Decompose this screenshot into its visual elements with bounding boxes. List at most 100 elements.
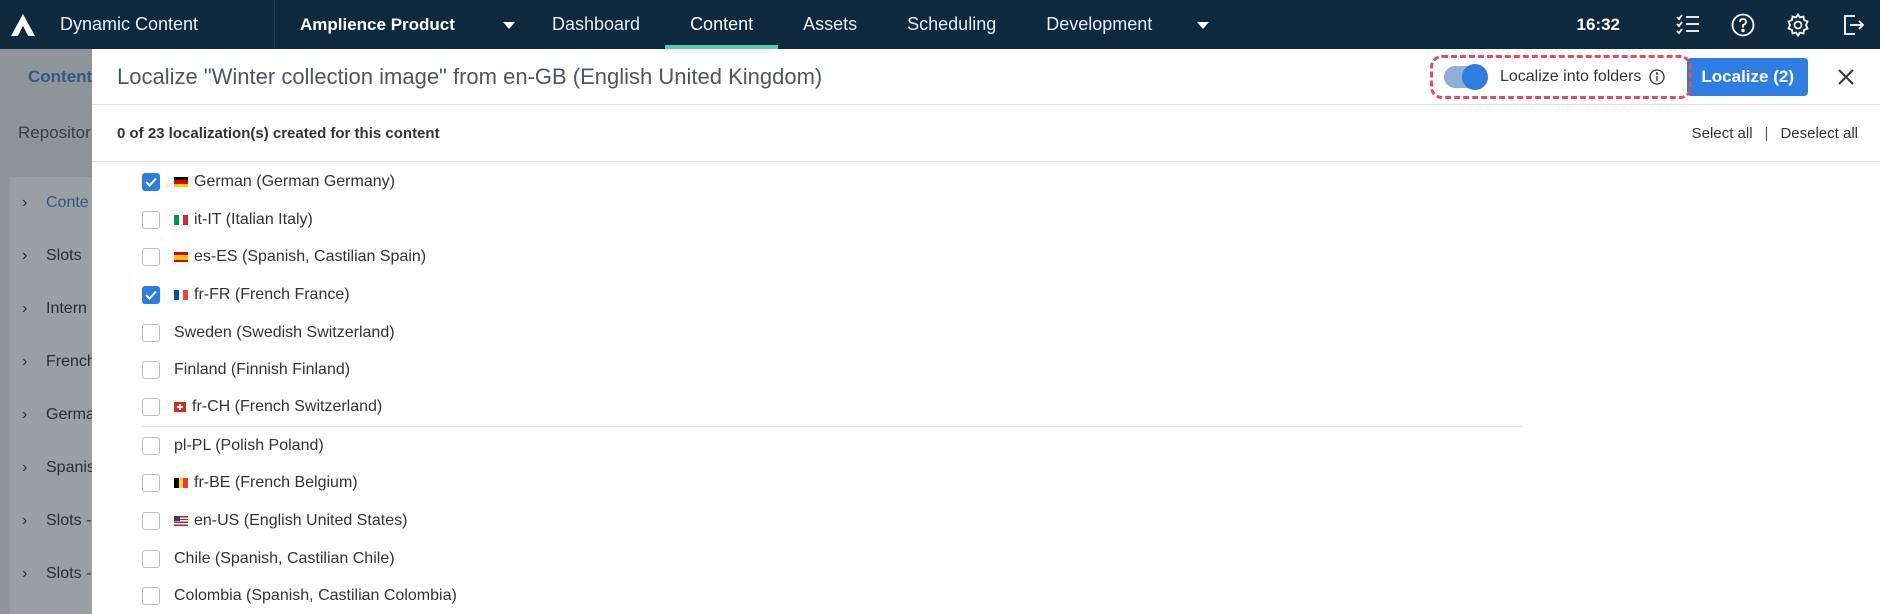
tab-label: Scheduling	[907, 14, 997, 34]
locale-label: es-ES (Spanish, Castilian Spain)	[194, 248, 427, 266]
background-item-label: French	[46, 353, 92, 370]
locale-row-be[interactable]: fr-BE (French Belgium)	[142, 465, 1522, 503]
locale-row-pl[interactable]: pl-PL (Polish Poland)	[142, 427, 1522, 465]
locale-row-es[interactable]: es-ES (Spanish, Castilian Spain)	[142, 238, 1522, 276]
background-page-overlay: Content Repositor › Conte › Slots › Intern …	[0, 49, 92, 614]
chevron-right-icon: ›	[22, 353, 28, 370]
locale-row-it[interactable]: it-IT (Italian Italy)	[142, 201, 1522, 239]
background-list-item: › French	[22, 353, 92, 371]
locale-checkbox[interactable]	[142, 512, 160, 531]
localization-count: 0 of 23 localization(s) created for this…	[117, 124, 440, 142]
chevron-down-icon	[502, 15, 515, 35]
background-list-item: › Slots	[22, 247, 82, 265]
locale-label: Sweden (Swedish Switzerland)	[174, 323, 395, 341]
locale-label: fr-CH (French Switzerland)	[192, 398, 383, 416]
background-repository-label: Repositor	[18, 123, 91, 142]
amplience-logo-icon[interactable]	[0, 0, 46, 49]
background-content-label: Content	[28, 67, 92, 86]
gear-icon[interactable]	[1770, 0, 1825, 49]
background-list-item: › Slots -	[22, 565, 91, 583]
locale-row-sweden[interactable]: Sweden (Swedish Switzerland)	[142, 314, 1522, 352]
chevron-right-icon: ›	[22, 565, 28, 582]
hub-name: Amplience Product	[300, 14, 455, 34]
link-separator: |	[1764, 124, 1769, 142]
localize-button[interactable]: Localize (2)	[1687, 57, 1808, 96]
tab-content[interactable]: Content	[665, 0, 779, 49]
localize-into-folders-control: Localize into folders	[1429, 54, 1692, 99]
locale-row-chile[interactable]: Chile (Spanish, Castilian Chile)	[142, 540, 1522, 578]
locale-checkbox[interactable]	[142, 474, 160, 493]
background-list-item: › Spanis	[22, 459, 92, 477]
locale-row-us[interactable]: en-US (English United States)	[142, 502, 1522, 540]
help-icon[interactable]	[1715, 0, 1770, 49]
background-list-item: › Germa	[22, 406, 92, 424]
tab-label: Development	[1046, 14, 1153, 34]
background-list-item: › Intern	[22, 300, 87, 318]
chevron-right-icon: ›	[22, 512, 28, 529]
background-item-label: Intern	[46, 300, 87, 317]
locale-checkbox[interactable]	[142, 436, 160, 455]
locale-label: fr-FR (French France)	[194, 285, 350, 303]
locale-checkbox[interactable]	[142, 323, 160, 342]
logout-icon[interactable]	[1825, 0, 1880, 49]
us-flag-icon	[174, 516, 188, 527]
locale-checkbox[interactable]	[142, 361, 160, 380]
background-item-label: Slots	[46, 247, 82, 264]
locale-checkbox[interactable]	[142, 549, 160, 568]
chevron-right-icon: ›	[22, 406, 28, 423]
tasks-icon[interactable]	[1660, 0, 1715, 49]
locale-checkbox[interactable]	[142, 587, 160, 606]
modal-title: Localize "Winter collection image" from …	[117, 63, 823, 89]
locale-label: en-US (English United States)	[194, 512, 408, 530]
locale-list: German (German Germany) it-IT (Italian I…	[142, 163, 1522, 614]
locale-label: Colombia (Spanish, Castilian Colombia)	[174, 587, 457, 605]
localization-summary-bar: 0 of 23 localization(s) created for this…	[92, 105, 1880, 162]
locale-row-de[interactable]: German (German Germany)	[142, 163, 1522, 201]
background-item-label: Spanis	[46, 459, 92, 476]
locale-label: pl-PL (Polish Poland)	[174, 436, 324, 454]
tab-dashboard[interactable]: Dashboard	[527, 0, 665, 49]
localize-into-folders-toggle[interactable]	[1443, 63, 1488, 90]
locale-label: it-IT (Italian Italy)	[194, 210, 313, 228]
toggle-knob	[1461, 63, 1488, 90]
locale-checkbox[interactable]	[142, 248, 160, 267]
locale-checkbox[interactable]	[142, 172, 160, 191]
background-list-item: › Conte	[22, 194, 89, 212]
close-icon[interactable]	[1826, 57, 1866, 97]
belgian-flag-icon	[174, 478, 189, 489]
chevron-down-icon	[1197, 14, 1210, 35]
locale-label: Chile (Spanish, Castilian Chile)	[174, 549, 395, 567]
background-item-label: Conte	[46, 194, 89, 211]
locale-label: German (German Germany)	[194, 172, 395, 190]
background-item-label: Slots -	[46, 512, 92, 529]
hub-selector[interactable]: Amplience Product	[275, 0, 527, 49]
top-navigation-bar: Dynamic Content Amplience Product Dashbo…	[0, 0, 1880, 49]
locale-row-finland[interactable]: Finland (Finnish Finland)	[142, 351, 1522, 389]
swiss-flag-icon	[174, 402, 186, 413]
french-flag-icon	[174, 289, 189, 300]
clock: 16:32	[1576, 14, 1620, 34]
locale-label: fr-BE (French Belgium)	[194, 474, 358, 492]
locale-row-fr[interactable]: fr-FR (French France)	[142, 276, 1522, 314]
background-repository-panel	[10, 177, 92, 614]
locale-row-colombia[interactable]: Colombia (Spanish, Castilian Colombia)	[142, 578, 1522, 614]
italian-flag-icon	[174, 214, 189, 225]
background-list-item: › Slots -	[22, 512, 91, 530]
locale-checkbox[interactable]	[142, 285, 160, 304]
chevron-right-icon: ›	[22, 300, 28, 317]
tab-assets[interactable]: Assets	[778, 0, 882, 49]
deselect-all-link[interactable]: Deselect all	[1780, 125, 1858, 142]
tab-label: Content	[690, 14, 754, 34]
localize-modal: Localize "Winter collection image" from …	[92, 49, 1880, 614]
locale-checkbox[interactable]	[142, 210, 160, 229]
locale-checkbox[interactable]	[142, 398, 160, 417]
chevron-right-icon: ›	[22, 194, 28, 211]
german-flag-icon	[174, 176, 188, 187]
background-item-label: Slots -	[46, 565, 92, 582]
select-all-link[interactable]: Select all	[1692, 125, 1753, 142]
app-title: Dynamic Content	[60, 14, 199, 34]
locale-label: Finland (Finnish Finland)	[174, 361, 351, 379]
tab-scheduling[interactable]: Scheduling	[882, 0, 1021, 49]
locale-row-ch[interactable]: fr-CH (French Switzerland)	[142, 389, 1522, 427]
tab-development[interactable]: Development	[1021, 0, 1234, 49]
